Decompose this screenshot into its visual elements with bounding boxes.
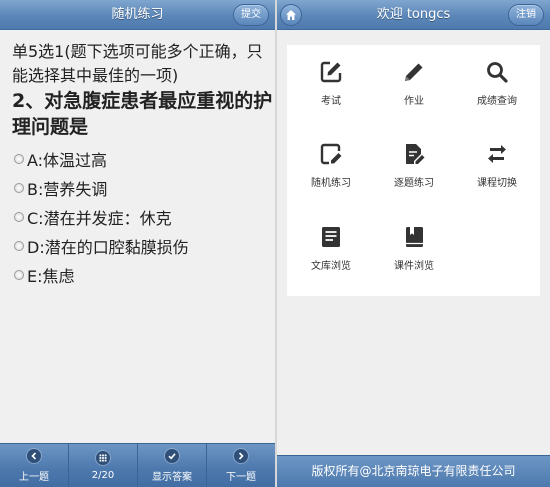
copyright-footer: 版权所有@北京南琼电子有限责任公司 bbox=[277, 455, 550, 487]
option-a[interactable]: A:体温过高 bbox=[14, 144, 274, 173]
menu-sequential-practice[interactable]: 逐题练习 bbox=[372, 142, 456, 202]
menu-course-switch[interactable]: 课程切换 bbox=[455, 142, 539, 202]
menu-label: 随机练习 bbox=[311, 178, 351, 189]
frame-edit-icon bbox=[320, 143, 342, 165]
menu-label: 课程切换 bbox=[477, 178, 517, 189]
menu-homework[interactable]: 作业 bbox=[372, 60, 456, 120]
radio-icon[interactable] bbox=[14, 211, 24, 222]
pencil-icon bbox=[405, 63, 423, 81]
logout-button[interactable]: 注销 bbox=[508, 4, 544, 26]
progress-label: 2/20 bbox=[91, 469, 115, 481]
question-block: 单5选1(题下选项可能多个正确，只能选择其中最佳的一项) 2、对急腹症患者最应重… bbox=[12, 40, 274, 289]
radio-icon[interactable] bbox=[14, 153, 24, 164]
book-icon bbox=[406, 227, 423, 247]
option-d[interactable]: D:潜在的口腔黏膜损伤 bbox=[14, 231, 274, 260]
menu-courseware-browse[interactable]: 课件浏览 bbox=[372, 225, 456, 285]
grid-icon bbox=[96, 450, 110, 465]
prev-question-button[interactable]: 上一题 bbox=[0, 444, 69, 487]
next-label: 下一题 bbox=[226, 471, 256, 483]
menu-label: 文库浏览 bbox=[311, 261, 351, 272]
menu-label: 作业 bbox=[404, 96, 424, 107]
swap-arrows-icon bbox=[488, 145, 506, 163]
option-label: A:体温过高 bbox=[27, 150, 108, 170]
show-answer-button[interactable]: 显示答案 bbox=[138, 444, 207, 487]
menu-library-browse[interactable]: 文库浏览 bbox=[289, 225, 373, 285]
option-label: B:营养失调 bbox=[27, 179, 108, 199]
menu-label: 逐题练习 bbox=[394, 178, 434, 189]
question-text: 2、对急腹症患者最应重视的护理问题是 bbox=[12, 90, 273, 138]
option-c[interactable]: C:潜在并发症：休克 bbox=[14, 202, 274, 231]
radio-icon[interactable] bbox=[14, 240, 24, 251]
option-e[interactable]: E:焦虑 bbox=[14, 260, 274, 289]
chevron-right-icon bbox=[234, 448, 248, 463]
search-icon bbox=[487, 62, 508, 83]
menu-random-practice[interactable]: 随机练习 bbox=[289, 142, 373, 202]
home-pane: 欢迎 tongcs 注销 考试 作业 成绩查询 随机练习 逐题练习 课程切换 文… bbox=[277, 0, 550, 487]
menu-exam[interactable]: 考试 bbox=[289, 60, 373, 120]
document-edit-icon bbox=[406, 144, 425, 164]
question-heading: 单5选1(题下选项可能多个正确，只能选择其中最佳的一项) bbox=[12, 42, 263, 85]
practice-pane: 随机练习 提交 单5选1(题下选项可能多个正确，只能选择其中最佳的一项) 2、对… bbox=[0, 0, 275, 487]
option-label: E:焦虑 bbox=[27, 266, 75, 286]
show-answer-label: 显示答案 bbox=[152, 471, 192, 483]
check-icon bbox=[165, 448, 179, 463]
menu-score-query[interactable]: 成绩查询 bbox=[455, 60, 539, 120]
option-b[interactable]: B:营养失调 bbox=[14, 173, 274, 202]
radio-icon[interactable] bbox=[14, 269, 24, 280]
radio-icon[interactable] bbox=[14, 182, 24, 193]
next-question-button[interactable]: 下一题 bbox=[207, 444, 275, 487]
list-document-icon bbox=[322, 227, 340, 247]
menu-label: 课件浏览 bbox=[394, 261, 434, 272]
option-list: A:体温过高 B:营养失调 C:潜在并发症：休克 D:潜在的口腔黏膜损伤 E:焦… bbox=[12, 144, 274, 289]
menu-label: 考试 bbox=[321, 96, 341, 107]
submit-button[interactable]: 提交 bbox=[233, 4, 269, 26]
menu-label: 成绩查询 bbox=[477, 96, 517, 107]
question-grid-button[interactable]: 2/20 bbox=[69, 444, 138, 487]
option-label: C:潜在并发症：休克 bbox=[27, 208, 172, 228]
edit-square-icon bbox=[320, 61, 342, 83]
menu-card: 考试 作业 成绩查询 随机练习 逐题练习 课程切换 文库浏览 课件浏览 bbox=[287, 45, 540, 296]
practice-header: 随机练习 提交 bbox=[0, 0, 275, 30]
prev-label: 上一题 bbox=[19, 471, 49, 483]
question-nav-bar: 上一题 2/20 显示答案 下一题 bbox=[0, 443, 275, 487]
home-header: 欢迎 tongcs 注销 bbox=[277, 0, 550, 30]
chevron-left-icon bbox=[27, 448, 41, 463]
option-label: D:潜在的口腔黏膜损伤 bbox=[27, 237, 189, 257]
